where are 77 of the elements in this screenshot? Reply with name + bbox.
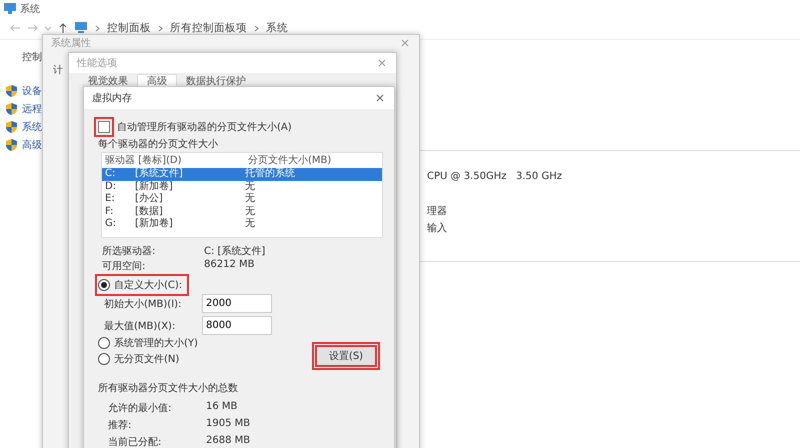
window-title: 虚拟内存: [92, 92, 132, 105]
page-file-size: 无: [245, 218, 256, 230]
drive-letter: G:: [104, 218, 118, 230]
nav-link[interactable]: 系统: [22, 120, 42, 134]
section-heading: 每个驱动器的分页文件大小: [98, 138, 219, 151]
info-value: 86212 MB: [204, 259, 256, 272]
breadcrumb-item[interactable]: 所有控制面板项: [170, 21, 247, 35]
chevron-icon: [158, 24, 163, 32]
nav-link[interactable]: 设备: [22, 84, 42, 98]
checkbox-label: 自动管理所有驱动器的分页文件大小(A): [117, 120, 292, 134]
shield-icon: [6, 139, 17, 151]
info-label: 当前已分配:: [108, 436, 162, 448]
info-text: CPU @ 3.50GHz 3.50 GHz: [427, 171, 562, 182]
monitor-icon: [74, 22, 88, 34]
page-file-size: 托管的系统: [245, 168, 296, 180]
up-arrow-icon: [58, 22, 68, 34]
nav-link[interactable]: 远程: [22, 102, 42, 116]
info-text: 输入: [427, 222, 447, 235]
drive-letter: E:: [104, 193, 116, 206]
list-row[interactable]: D: [新加卷] 无: [102, 180, 382, 193]
close-icon: [401, 39, 409, 47]
page-file-size: 无: [245, 206, 256, 218]
info-value: 2688 MB: [206, 435, 252, 448]
column-header: 驱动器 [卷标](D): [104, 154, 182, 168]
shield-icon: [6, 103, 17, 115]
chevron-icon: [254, 24, 259, 32]
input-field[interactable]: 8000: [202, 316, 272, 335]
list-row[interactable]: G: [新加卷] 无: [102, 218, 382, 230]
info-label: 所选驱动器:: [102, 244, 156, 258]
chevron-icon: [95, 24, 100, 32]
info-text: 理器: [427, 205, 447, 218]
volume-label: [系统文件]: [135, 168, 184, 180]
set-button[interactable]: 设置(S): [315, 345, 377, 367]
volume-label: [新加卷]: [135, 180, 174, 192]
page-file-size: 无: [245, 193, 256, 206]
section-heading: 所有驱动器分页文件大小的总数: [98, 382, 239, 395]
info-value: 16 MB: [206, 401, 238, 414]
page-file-size: 无: [245, 180, 256, 193]
column-header: 分页文件大小(MB): [248, 154, 332, 168]
shield-icon: [6, 121, 17, 133]
drive-letter: D:: [104, 180, 118, 193]
radio-option[interactable]: 系统管理的大小(Y): [98, 335, 202, 351]
list-row[interactable]: F: [数据] 无: [102, 206, 382, 218]
window-title: 系统属性: [51, 36, 91, 50]
info-label: 可用空间:: [102, 260, 146, 273]
list-row[interactable]: C: [系统文件] 托管的系统: [102, 168, 382, 180]
breadcrumb-item[interactable]: 控制面板: [107, 21, 151, 35]
list-row[interactable]: E: [办公] 无: [102, 193, 382, 206]
close-icon: [378, 59, 386, 67]
info-label: 允许的最小值:: [108, 402, 172, 415]
monitor-icon: [4, 3, 16, 14]
drive-letter: F:: [104, 206, 114, 218]
close-icon: [376, 94, 384, 102]
drive-list[interactable]: 驱动器 [卷标](D) 分页文件大小(MB) C: [系统文件] 托管的系统 D: [新加卷] 无 E: [办公] 无 F: [数据] 无 G: [新加卷] 无: [101, 152, 383, 238]
window-title: 性能选项: [77, 56, 117, 70]
info-value: 1905 MB: [206, 418, 252, 431]
dropdown-icon: [44, 24, 52, 32]
checkbox[interactable]: [98, 121, 110, 133]
info-label: 推荐:: [108, 418, 132, 432]
radio-option[interactable]: 自定义大小(C):: [98, 277, 186, 293]
window-title: 系统: [20, 2, 40, 16]
field-label: 最大值(MB)(X):: [104, 320, 176, 332]
input-field[interactable]: 2000: [202, 294, 272, 313]
breadcrumb-item[interactable]: 系统: [266, 21, 288, 35]
forward-arrow-icon: [27, 23, 38, 33]
drive-letter: C:: [104, 168, 116, 180]
nav-link[interactable]: 高级: [22, 138, 42, 152]
volume-label: [新加卷]: [135, 218, 174, 230]
volume-label: [办公]: [135, 193, 164, 206]
nav-heading[interactable]: 控制: [22, 50, 42, 64]
field-label: 初始大小(MB)(I):: [104, 298, 182, 310]
info-value: C: [系统文件]: [204, 244, 266, 258]
label-text: 计: [53, 64, 63, 77]
volume-label: [数据]: [135, 206, 164, 218]
shield-icon: [6, 85, 17, 97]
radio-option[interactable]: 无分页文件(N): [98, 351, 184, 367]
back-arrow-icon: [10, 23, 21, 33]
